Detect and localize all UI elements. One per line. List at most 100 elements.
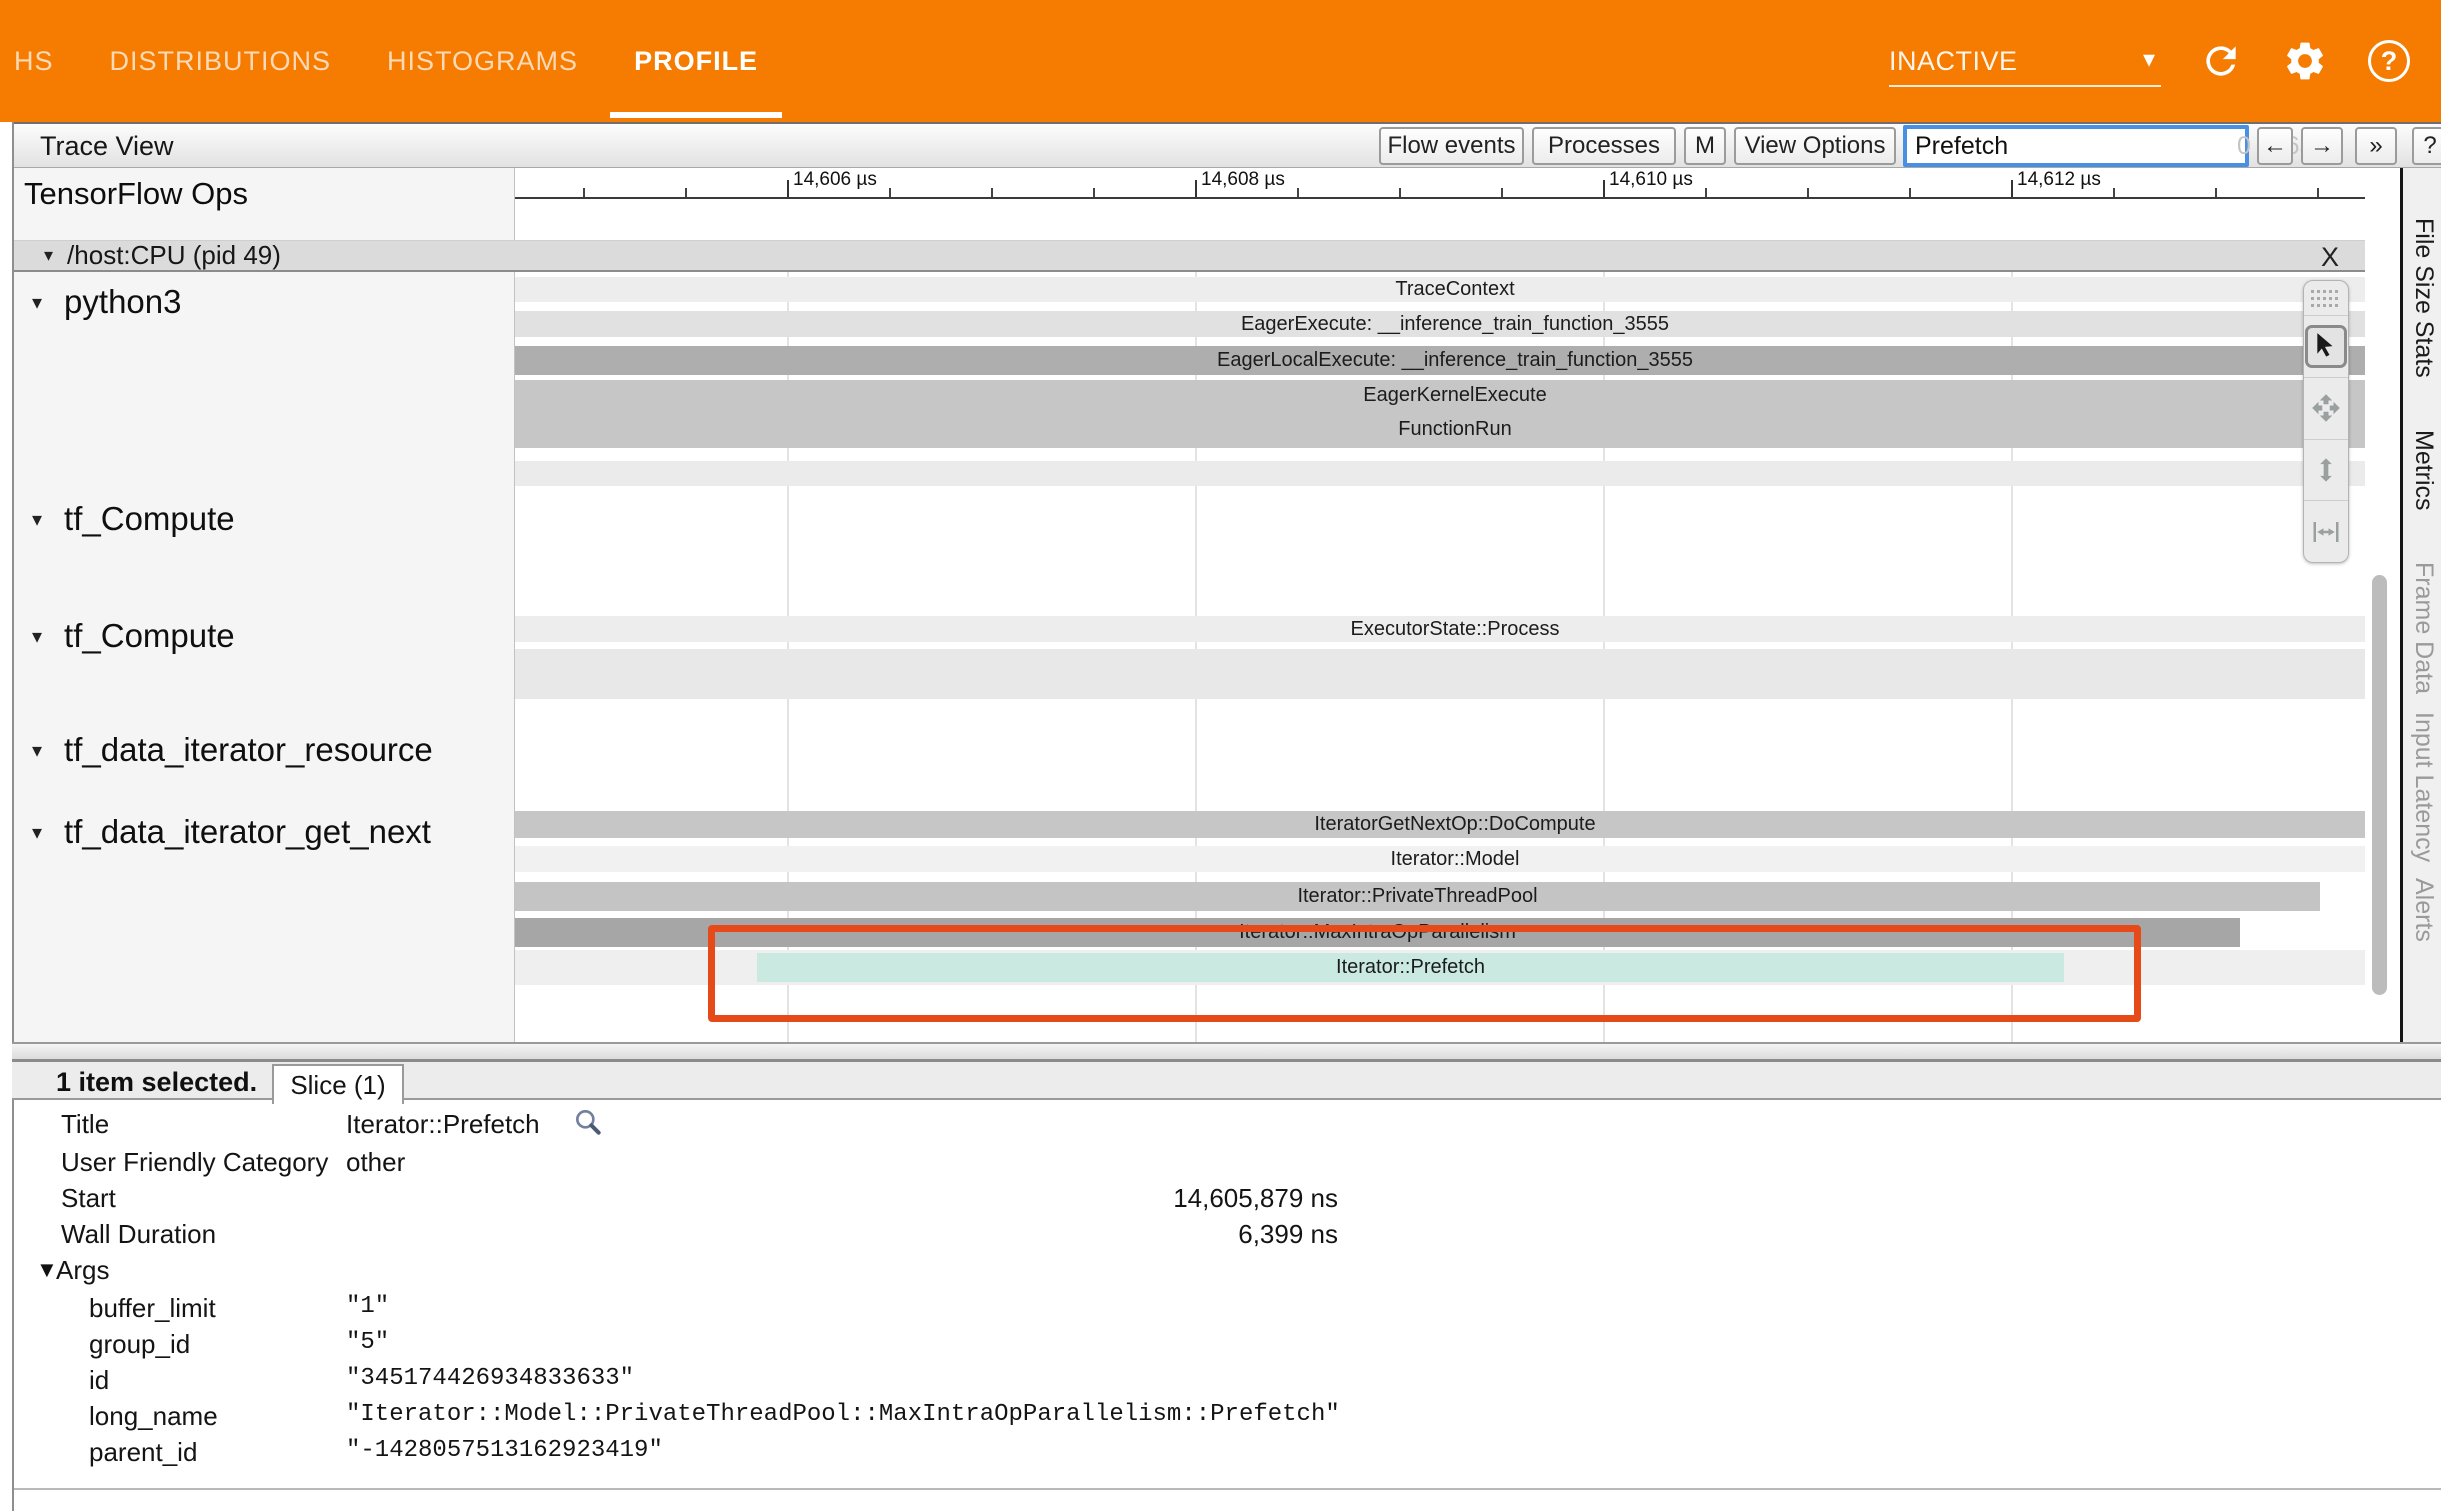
process-header-label: /host:CPU (pid 49) — [67, 240, 281, 271]
trace-slice[interactable]: IteratorGetNextOp::DoCompute — [515, 811, 2365, 838]
view-options-button[interactable]: View Options — [1734, 127, 1896, 165]
ruler-tick-label: 14,606 µs — [793, 169, 877, 191]
trace-slice[interactable]: Iterator::Model — [515, 846, 2365, 872]
thread-label-tf_Compute[interactable]: ▾tf_Compute — [32, 617, 235, 655]
trace-slice[interactable]: EagerKernelExecute — [515, 380, 2365, 410]
detail-row-title: TitleIterator::Prefetch — [14, 1106, 2441, 1142]
tab-hs[interactable]: HS — [0, 0, 78, 122]
vertical-scrollbar[interactable] — [2372, 575, 2387, 995]
tab-slice[interactable]: Slice (1) — [272, 1064, 404, 1104]
tab-distributions[interactable]: DISTRIBUTIONS — [86, 0, 356, 122]
selection-status: 1 item selected. — [56, 1067, 257, 1098]
more-button[interactable]: » — [2355, 127, 2397, 165]
detail-value: other — [346, 1147, 405, 1178]
run-selector[interactable]: INACTIVE ▾ — [1889, 31, 2161, 91]
major-tick — [787, 180, 789, 197]
minor-tick — [889, 188, 891, 197]
side-tab-metrics[interactable]: Metrics — [2409, 430, 2438, 511]
collapse-triangle-icon: ▾ — [44, 245, 53, 266]
trace-help-button[interactable]: ? — [2412, 127, 2441, 165]
panel-splitter[interactable] — [12, 1042, 2441, 1062]
collapse-triangle-icon: ▾ — [32, 738, 42, 763]
trace-view-header: Trace View Flow events Processes M View … — [14, 124, 2441, 168]
slice-label: FunctionRun — [1398, 418, 1511, 441]
major-tick — [1195, 180, 1197, 197]
side-tab-alerts[interactable]: Alerts — [2409, 878, 2438, 942]
ruler-tick-label: 14,608 µs — [1201, 169, 1285, 191]
flow-events-button[interactable]: Flow events — [1379, 127, 1524, 165]
thread-name: tf_data_iterator_resource — [64, 731, 433, 769]
side-tab-file-size-stats[interactable]: File Size Stats — [2409, 218, 2438, 378]
processes-button[interactable]: Processes — [1532, 127, 1676, 165]
trace-slice[interactable]: Iterator::MaxIntraOpParallelism — [515, 918, 2240, 947]
arg-name: id — [89, 1365, 109, 1396]
slice-label: IteratorGetNextOp::DoCompute — [1314, 813, 1595, 836]
tab-histograms[interactable]: HISTOGRAMS — [363, 0, 602, 122]
find-next-button[interactable]: → — [2301, 127, 2343, 165]
detail-row-wall-duration: Wall Duration6,399 ns — [14, 1216, 2441, 1252]
trace-slice[interactable]: TraceContext — [515, 277, 2365, 302]
thread-name: tf_data_iterator_get_next — [64, 813, 431, 851]
minor-tick — [991, 188, 993, 197]
side-tab-frame-data[interactable]: Frame Data — [2409, 562, 2438, 694]
topbar-tabs: HSDISTRIBUTIONSHISTOGRAMSPROFILE — [0, 0, 782, 122]
arg-row-id: id"345174426934833633" — [14, 1362, 2441, 1398]
minor-tick — [1705, 188, 1707, 197]
minor-tick — [2317, 188, 2319, 197]
trace-search-box: 0 of 63 — [1903, 125, 2249, 167]
minor-tick — [1093, 188, 1095, 197]
timing-range-icon — [2311, 517, 2341, 547]
minor-tick — [1501, 188, 1503, 197]
collapse-triangle-icon: ▾ — [32, 624, 42, 649]
trace-track-area[interactable]: TraceContext EagerExecute: __inference_tr… — [515, 272, 2365, 1042]
minor-tick — [583, 188, 585, 197]
find-previous-button[interactable]: ← — [2257, 127, 2293, 165]
arg-value: "Iterator::Model::PrivateThreadPool::Max… — [346, 1401, 1340, 1428]
settings-button[interactable] — [2281, 37, 2329, 85]
thread-label-tf_data_iterator_resource[interactable]: ▾ tf_data_iterator_resource — [32, 731, 433, 769]
zoom-tool-button[interactable] — [2304, 439, 2348, 501]
trace-slice[interactable]: EagerLocalExecute: __inference_train_fun… — [515, 346, 2365, 375]
args-header-label: Args — [56, 1255, 109, 1286]
detail-label: User Friendly Category — [61, 1147, 328, 1178]
profiler-page: HSDISTRIBUTIONSHISTOGRAMSPROFILE INACTIV… — [0, 0, 2441, 1511]
pan-tool-button[interactable] — [2304, 377, 2348, 439]
trace-search-input[interactable] — [1907, 132, 2237, 161]
side-tab-input-latency[interactable]: Input Latency — [2409, 712, 2438, 862]
palette-drag-handle-icon[interactable] — [2304, 281, 2348, 315]
magnifier-icon[interactable] — [572, 1106, 604, 1143]
arg-value: "1" — [346, 1293, 389, 1320]
thread-label-python3[interactable]: ▾python3 — [32, 283, 181, 321]
m-button[interactable]: M — [1684, 127, 1726, 165]
minor-tick — [1909, 188, 1911, 197]
thread-label-tf_Compute[interactable]: ▾tf_Compute — [32, 500, 235, 538]
trace-slice[interactable]: FunctionRun — [515, 410, 2365, 448]
collapse-triangle-icon: ▼ — [36, 1257, 58, 1283]
timing-tool-button[interactable] — [2304, 500, 2348, 562]
process-header[interactable]: ▾ /host:CPU (pid 49) X — [14, 240, 2365, 272]
trace-slice-selected[interactable]: Iterator::Prefetch — [757, 953, 2064, 982]
refresh-button[interactable] — [2197, 37, 2245, 85]
minor-tick — [2215, 188, 2217, 197]
trace-slice[interactable]: ExecutorState::Process — [515, 616, 2365, 642]
collapse-triangle-icon: ▾ — [32, 290, 42, 315]
detail-value: 6,399 ns — [346, 1219, 1338, 1250]
trace-slice[interactable]: EagerExecute: __inference_train_function… — [515, 311, 2365, 337]
thread-label-tf_data_iterator_get_next[interactable]: ▾tf_data_iterator_get_next — [32, 813, 431, 851]
major-tick — [1603, 180, 1605, 197]
tab-profile[interactable]: PROFILE — [610, 0, 782, 122]
arg-name: group_id — [89, 1329, 190, 1360]
trace-slice[interactable]: Iterator::PrivateThreadPool — [515, 882, 2320, 911]
trace-slice[interactable] — [515, 649, 2365, 699]
trace-slice[interactable] — [515, 461, 2365, 486]
refresh-icon — [2199, 39, 2243, 83]
arg-value: "-1428057513162923419" — [346, 1437, 663, 1464]
help-button[interactable]: ? — [2365, 37, 2413, 85]
process-close-button[interactable]: X — [2321, 242, 2339, 273]
detail-label: Title — [61, 1109, 109, 1140]
selection-tool-button[interactable] — [2304, 315, 2348, 377]
vertical-zoom-icon — [2312, 456, 2340, 484]
args-header-row[interactable]: ▼ Args — [14, 1252, 2441, 1288]
arg-name: long_name — [89, 1401, 218, 1432]
slice-label: Iterator::PrivateThreadPool — [1297, 885, 1537, 908]
